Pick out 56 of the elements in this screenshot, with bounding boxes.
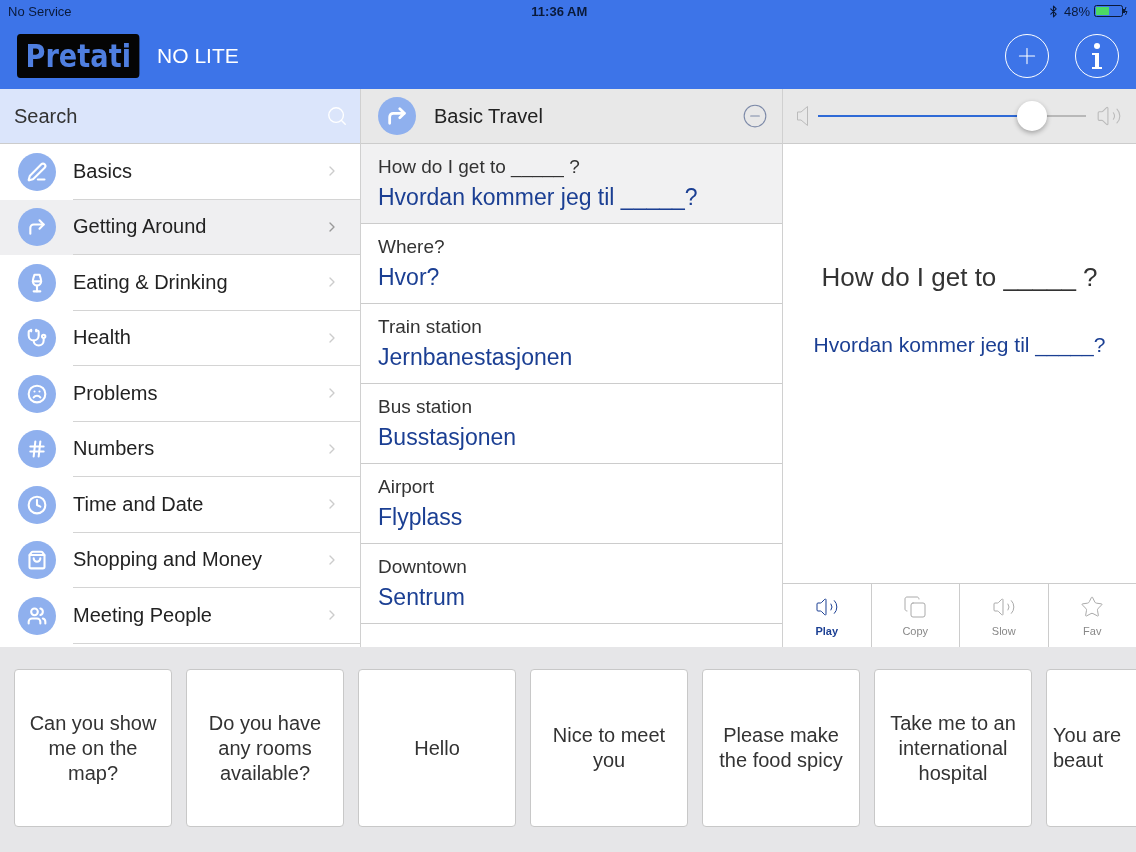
- bag-icon: [18, 541, 56, 580]
- slider-thumb[interactable]: [1017, 101, 1048, 131]
- phrase-translation: Busstasjonen: [378, 424, 518, 451]
- phrase-translation: Hvordan kommer jeg til _____?: [378, 184, 699, 211]
- phrase-english: Airport: [378, 476, 435, 498]
- phrase-card[interactable]: Hello: [358, 669, 516, 827]
- phrase-english: Downtown: [378, 556, 468, 578]
- phrase-translation: Flyplass: [378, 504, 464, 531]
- volume-low-icon: [797, 106, 808, 126]
- clock-icon: [18, 485, 56, 524]
- detail-english: How do I get to _____ ?: [820, 262, 1099, 293]
- app-subtitle: NO LITE: [157, 43, 240, 68]
- phrase-english: Bus station: [378, 396, 473, 418]
- sad-face-icon: [18, 374, 56, 413]
- search-bar[interactable]: Search: [0, 89, 360, 144]
- carrier-text: No Service: [8, 3, 72, 19]
- battery-icon: [1094, 5, 1128, 17]
- category-label: Health: [73, 326, 132, 350]
- clock-text: 11:36 AM: [531, 3, 588, 19]
- category-label: Eating & Drinking: [73, 270, 229, 294]
- category-item[interactable]: Getting Around: [0, 199, 360, 255]
- search-icon: [326, 105, 348, 127]
- info-icon: [1092, 42, 1102, 69]
- glass-icon: [18, 263, 56, 302]
- stethoscope-icon: [18, 319, 56, 358]
- copy-icon: [903, 594, 928, 619]
- collapse-icon[interactable]: [742, 103, 768, 129]
- category-label: Time and Date: [73, 492, 205, 516]
- phrase-translation: Sentrum: [378, 584, 466, 611]
- phrase-card[interactable]: You are beaut: [1046, 669, 1136, 827]
- search-field[interactable]: Search: [12, 103, 326, 129]
- phrase-translation: Hvor?: [378, 264, 441, 291]
- phrase-english: Where?: [378, 236, 446, 258]
- category-label: Getting Around: [73, 215, 208, 239]
- phrase-card[interactable]: Take me to an international hospital: [874, 669, 1032, 827]
- phrase-english: Train station: [378, 316, 483, 338]
- phrase-english: How do I get to _____ ?: [378, 156, 581, 178]
- number-icon: [18, 430, 56, 469]
- phrase-card[interactable]: Please make the food spicy: [702, 669, 860, 827]
- phrase-translation: Jernbanestasjonen: [378, 344, 574, 371]
- detail-translation: Hvordan kommer jeg til _____?: [812, 333, 1107, 357]
- star-icon: [1080, 594, 1105, 619]
- category-label: Numbers: [73, 437, 156, 461]
- list-title: Basic Travel: [434, 104, 544, 128]
- phrase-card[interactable]: Do you have any rooms available?: [186, 669, 344, 827]
- category-label: Shopping and Money: [73, 548, 264, 572]
- pen-icon: [18, 152, 56, 191]
- category-label: Meeting People: [73, 603, 213, 627]
- category-label: Problems: [73, 381, 159, 405]
- category-label: Basics: [73, 159, 133, 183]
- phrase-card[interactable]: Can you show me on the map?: [14, 669, 172, 827]
- phrase-card[interactable]: Nice to meet you: [530, 669, 688, 827]
- phrase-item[interactable]: How do I get to _____ ? Hvordan kommer jeg til _____?: [361, 144, 782, 224]
- people-icon: [18, 596, 56, 635]
- battery-percent: 48%: [1063, 3, 1090, 19]
- app-logo: Pretati: [17, 33, 140, 78]
